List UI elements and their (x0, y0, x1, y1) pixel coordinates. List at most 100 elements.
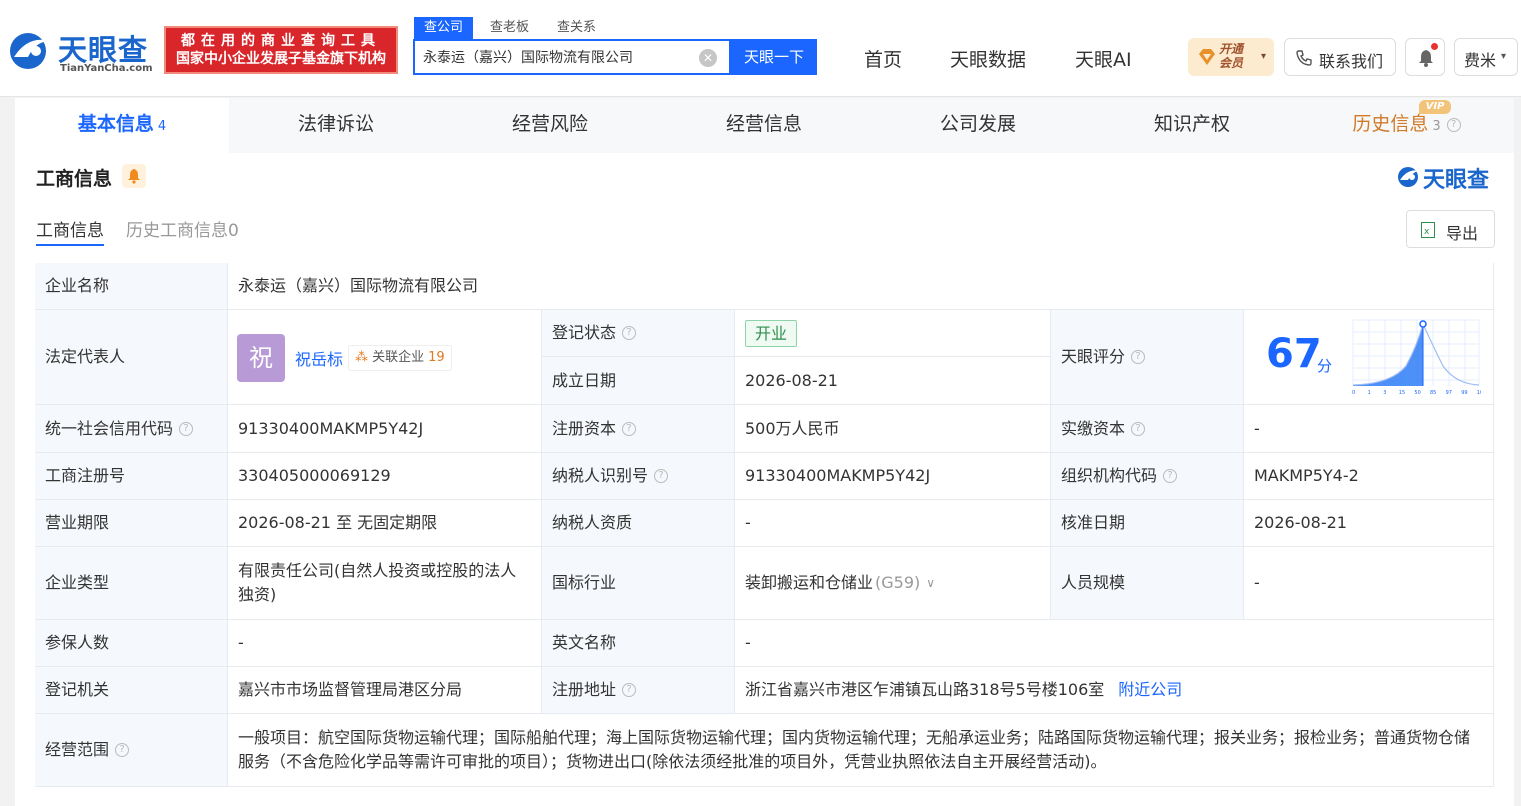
subscribe-button[interactable] (122, 164, 146, 188)
staff-size: - (1244, 547, 1494, 620)
label-english-name: 英文名称 (542, 620, 735, 667)
related-label: 关联企业 (372, 350, 425, 365)
site-logo[interactable]: 天眼查 TianYanCha.com (6, 27, 156, 77)
tab-development[interactable]: 公司发展 (871, 98, 1085, 153)
business-term: 2026-08-21 至 无固定期限 (228, 500, 542, 547)
avatar[interactable]: 祝 (237, 334, 285, 382)
label-approve-date: 核准日期 (1051, 500, 1244, 547)
approve-date: 2026-08-21 (1244, 500, 1494, 547)
search-input[interactable] (423, 47, 693, 67)
score-axis-tick: 1 (1368, 390, 1371, 396)
help-icon[interactable]: ? (1131, 350, 1146, 364)
tab-basic-info[interactable]: 基本信息 4 (15, 98, 229, 153)
search-button[interactable]: 天眼一下 (731, 39, 817, 75)
tab-risk[interactable]: 经营风险 (443, 98, 657, 153)
contact-button[interactable]: 联系我们 (1284, 38, 1396, 76)
logo-eye-icon (10, 33, 50, 69)
chevron-down-icon: ▾ (1261, 51, 1267, 62)
export-label: 导出 (1446, 224, 1479, 243)
score-axis-tick: 99 (1461, 390, 1467, 396)
label-address: 注册地址? (542, 667, 735, 714)
address-cell: 浙江省嘉兴市港区乍浦镇瓦山路318号5号楼106室 附近公司 (735, 667, 1494, 714)
industry-cell[interactable]: 装卸搬运和仓储业 (G59) ∨ (735, 547, 1051, 620)
help-icon[interactable]: ? (622, 421, 637, 436)
company-type: 有限责任公司(自然人投资或控股的法人独资) (228, 547, 542, 620)
chevron-down-icon: ∨ (926, 576, 936, 590)
label-company-type: 企业类型 (35, 547, 228, 620)
score-distribution-chart: 0 1 3 15 50 85 97 99 100 (1352, 319, 1481, 396)
help-icon[interactable]: ? (179, 421, 194, 436)
brand-watermark: 天眼查 (1397, 162, 1497, 193)
help-icon[interactable]: ? (1446, 117, 1461, 132)
label-text: 实缴资本 (1061, 418, 1126, 438)
label-score: 天眼评分? (1051, 310, 1244, 405)
tab-legal[interactable]: 法律诉讼 (229, 98, 443, 153)
related-count: 19 (428, 350, 445, 365)
vip-label: 开通 会员 (1219, 42, 1243, 70)
industry-code: (G59) (875, 573, 921, 592)
reg-authority: 嘉兴市市场监督管理局港区分局 (228, 667, 542, 714)
search-tab-relation[interactable]: 查关系 (547, 17, 606, 39)
tab-label: 历史信息 (1352, 113, 1429, 135)
subtab-business-info[interactable]: 工商信息 (36, 216, 104, 241)
help-icon[interactable]: ? (1163, 469, 1178, 483)
clear-icon[interactable]: ✕ (699, 49, 717, 67)
tab-history[interactable]: 历史信息 3? (1299, 98, 1514, 153)
help-icon[interactable]: ? (622, 326, 637, 340)
search-box: ✕ (413, 39, 731, 75)
score-axis-tick: 50 (1414, 390, 1420, 396)
active-subtab-indicator (36, 244, 104, 246)
label-capital: 注册资本? (542, 405, 735, 453)
reg-address: 浙江省嘉兴市港区乍浦镇瓦山路318号5号楼106室 (745, 680, 1105, 699)
score-axis-labels: 0 1 3 15 50 85 97 99 100 (1352, 390, 1481, 396)
logo-domain: TianYanCha.com (60, 63, 153, 74)
reg-capital: 500万人民币 (735, 405, 1051, 453)
score-axis-tick: 100 (1477, 390, 1481, 396)
credit-code: 91330400MAKMP5Y42J (228, 405, 542, 453)
svg-text:x: x (1424, 227, 1430, 237)
notification-button[interactable] (1405, 38, 1445, 76)
insured-count: - (228, 620, 542, 667)
user-menu-button[interactable]: 费米 ▾ (1454, 38, 1518, 76)
label-text: 组织机构代码 (1061, 466, 1158, 485)
tab-operation[interactable]: 经营信息 (657, 98, 871, 153)
search-tab-boss[interactable]: 查老板 (480, 17, 539, 39)
search-tab-company[interactable]: 查公司 (414, 17, 474, 39)
tab-count: 4 (157, 119, 167, 134)
label-tax-no: 纳税人识别号? (542, 453, 735, 500)
tab-ip[interactable]: 知识产权 (1085, 98, 1299, 153)
company-name: 永泰运（嘉兴）国际物流有限公司 (228, 263, 1494, 310)
paid-capital: - (1244, 405, 1494, 453)
subtab-history-business[interactable]: 历史工商信息0 (126, 216, 239, 241)
nav-data[interactable]: 天眼数据 (950, 45, 1026, 72)
company-card: 基本信息 4 法律诉讼 经营风险 经营信息 公司发展 知识产权 历史信息 3? VI… (15, 98, 1514, 806)
logo-eye-icon (1398, 167, 1420, 187)
label-reg-no: 工商注册号 (35, 453, 228, 500)
label-text: 注册地址 (552, 680, 617, 699)
score-axis-tick: 15 (1399, 390, 1405, 396)
help-icon[interactable]: ? (115, 743, 130, 757)
legal-person-link[interactable]: 祝岳标 (295, 346, 343, 370)
main-tabs: 基本信息 4 法律诉讼 经营风险 经营信息 公司发展 知识产权 历史信息 3? VI… (15, 98, 1514, 153)
business-scope: 一般项目：航空国际货物运输代理；国际船舶代理；海上国际货物运输代理；国内货物运输… (228, 714, 1494, 787)
status-badge: 开业 (745, 320, 798, 347)
score-value: 67 (1266, 331, 1322, 377)
nearby-companies-link[interactable]: 附近公司 (1118, 678, 1182, 702)
vip-open-button[interactable]: 开通 会员 ▾ (1188, 38, 1274, 76)
score-axis-tick: 3 (1383, 390, 1386, 396)
export-button[interactable]: x 导出 (1406, 210, 1495, 248)
help-icon[interactable]: ? (622, 683, 637, 697)
nav-home[interactable]: 首页 (864, 45, 902, 72)
help-icon[interactable]: ? (1131, 421, 1146, 436)
nav-ai[interactable]: 天眼AI (1075, 45, 1132, 72)
brand-name: 天眼查 (1423, 168, 1490, 193)
label-text: 天眼评分 (1061, 347, 1126, 366)
label-text: 登记状态 (552, 323, 617, 342)
label-found-date: 成立日期 (542, 357, 735, 405)
help-icon[interactable]: ? (654, 469, 669, 483)
label-tax-qual: 纳税人资质 (542, 500, 735, 547)
unread-dot (1431, 43, 1438, 50)
label-legal-rep: 法定代表人 (35, 310, 228, 405)
related-companies-tag[interactable]: ⁂ 关联企业 19 (348, 345, 452, 371)
diamond-icon (1199, 49, 1215, 65)
